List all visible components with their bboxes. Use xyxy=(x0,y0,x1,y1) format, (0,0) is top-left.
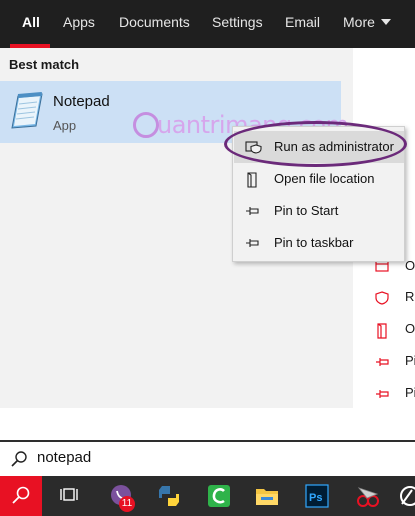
taskbar-search-button[interactable] xyxy=(0,476,42,516)
tab-email[interactable]: Email xyxy=(285,0,320,48)
notepad-icon xyxy=(11,92,43,129)
open-icon xyxy=(375,260,389,272)
detail-action-label: O xyxy=(405,321,415,336)
taskbar-camtasia[interactable] xyxy=(195,476,243,516)
taskbar-snipping-tool[interactable] xyxy=(343,476,391,516)
search-icon xyxy=(11,451,27,467)
search-input[interactable]: notepad xyxy=(37,449,91,466)
tab-more-label: More xyxy=(343,14,375,30)
best-match-name: Notepad xyxy=(53,93,110,110)
pin-icon xyxy=(376,390,389,398)
detail-action-label: O xyxy=(405,258,415,273)
taskbar-task-view[interactable] xyxy=(46,476,94,516)
taskbar-python[interactable] xyxy=(145,476,193,516)
detail-action-label: Pi xyxy=(405,353,415,368)
tab-settings[interactable]: Settings xyxy=(212,0,263,48)
search-tab-bar: All Apps Documents Settings Email More xyxy=(0,0,415,48)
pin-icon xyxy=(246,239,259,247)
tab-all[interactable]: All xyxy=(22,0,40,48)
pin-icon xyxy=(376,358,389,366)
notification-badge: 11 xyxy=(119,496,135,512)
highlight-annotation xyxy=(224,121,407,167)
bulb-icon xyxy=(133,112,159,138)
taskbar-viber[interactable]: 11 xyxy=(97,476,145,516)
snipping-tool-icon xyxy=(357,487,379,507)
menu-item-label: Pin to taskbar xyxy=(274,235,354,250)
detail-action-label: Ru xyxy=(405,289,415,304)
search-icon xyxy=(12,486,30,504)
tab-documents[interactable]: Documents xyxy=(119,0,190,48)
search-box[interactable]: notepad xyxy=(0,440,415,476)
taskbar-file-explorer[interactable] xyxy=(243,476,291,516)
taskbar: 11 Ps xyxy=(0,476,415,516)
section-title: Best match xyxy=(9,57,80,72)
camtasia-icon xyxy=(208,485,230,507)
file-icon xyxy=(247,172,257,188)
menu-item-pin-to-taskbar[interactable]: Pin to taskbar xyxy=(234,227,404,259)
file-icon xyxy=(377,323,387,339)
tab-more[interactable]: More xyxy=(343,0,391,48)
menu-item-label: Open file location xyxy=(274,171,375,186)
taskbar-photoshop[interactable]: Ps xyxy=(293,476,341,516)
file-explorer-icon xyxy=(256,489,278,505)
shield-icon xyxy=(375,291,389,305)
pin-icon xyxy=(246,207,259,215)
task-view-icon xyxy=(60,488,78,501)
python-icon xyxy=(159,486,179,506)
menu-item-open-file-location[interactable]: Open file location xyxy=(234,163,404,195)
menu-item-label: Pin to Start xyxy=(274,203,339,218)
photoshop-icon: Ps xyxy=(305,484,329,508)
app-icon xyxy=(400,486,415,506)
taskbar-app[interactable] xyxy=(392,476,415,516)
chevron-down-icon xyxy=(380,19,391,25)
svg-text:Ps: Ps xyxy=(309,492,322,504)
menu-item-pin-to-start[interactable]: Pin to Start xyxy=(234,195,404,227)
best-match-type: App xyxy=(53,118,77,133)
detail-action-label: Pi xyxy=(405,385,415,400)
tab-apps[interactable]: Apps xyxy=(63,0,95,48)
